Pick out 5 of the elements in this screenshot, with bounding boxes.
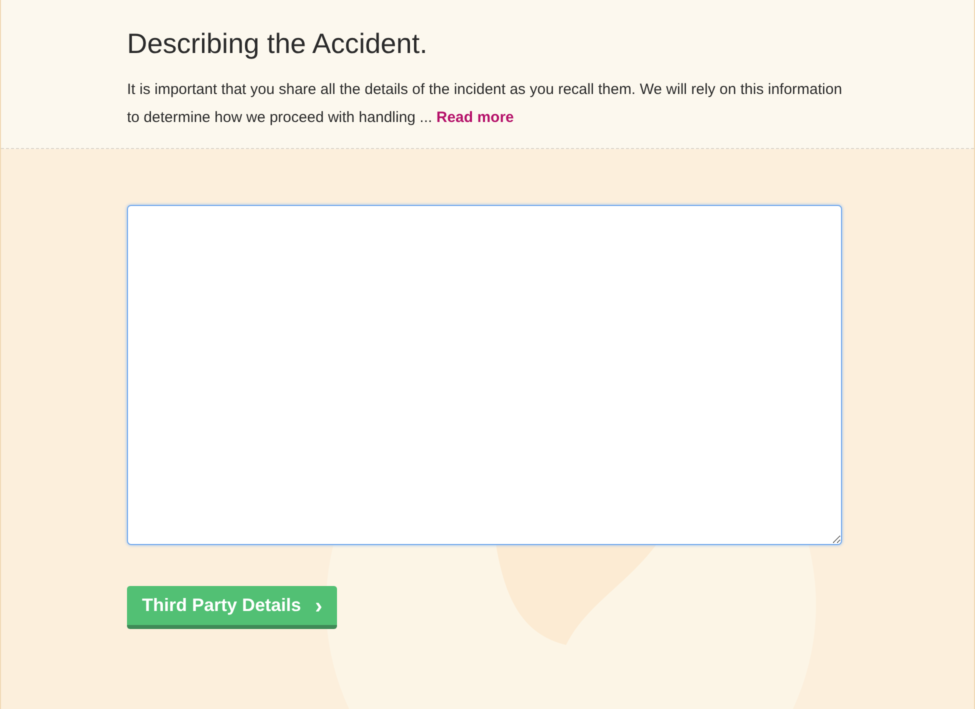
description-text: It is important that you share all the details of the incident as you recall them. We will rely on this information to determine how we proceed with handling ... Read more	[127, 80, 844, 128]
page-title: Describing the Accident.	[127, 27, 428, 61]
chevron-right-icon: ›	[315, 594, 322, 616]
read-more-link[interactable]: Read more	[436, 109, 514, 126]
description-field[interactable]	[127, 205, 842, 545]
